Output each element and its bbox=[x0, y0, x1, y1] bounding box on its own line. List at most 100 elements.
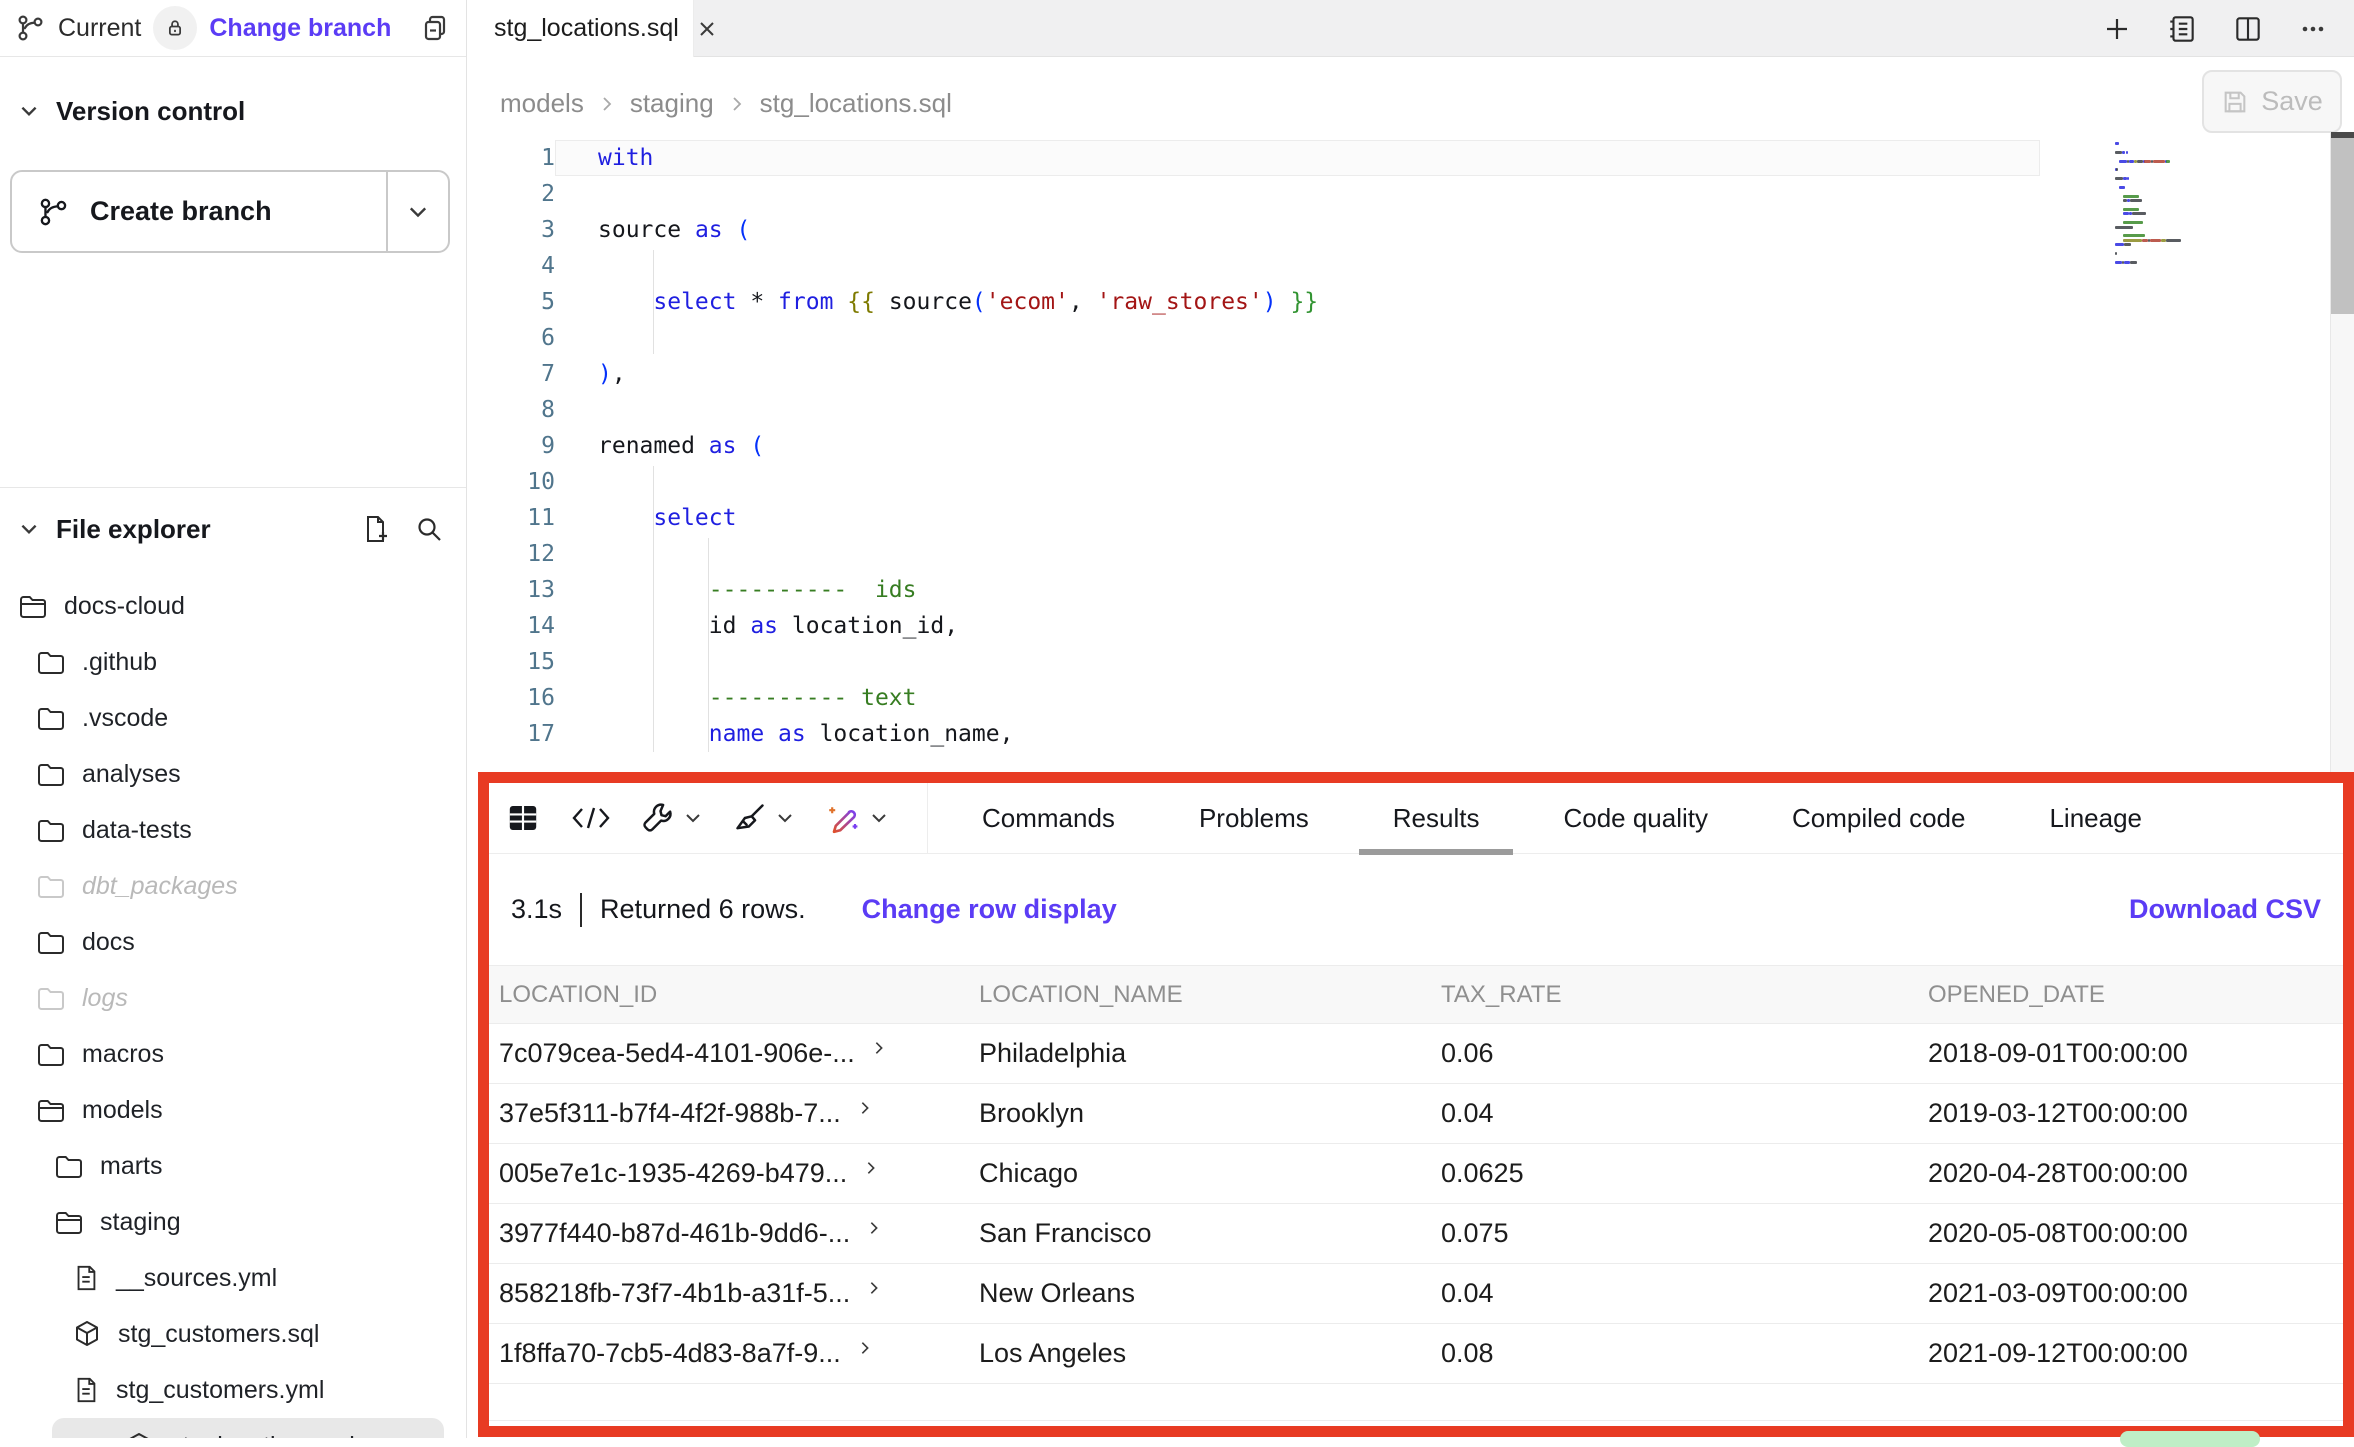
table-row[interactable]: 37e5f311-b7f4-4f2f-988b-7...Brooklyn0.04… bbox=[489, 1084, 2343, 1144]
file-item-staging[interactable]: staging bbox=[0, 1194, 466, 1250]
expand-cell-chevron-icon[interactable] bbox=[857, 1100, 873, 1116]
table-cell: Brooklyn bbox=[969, 1084, 1431, 1144]
file-item-docs[interactable]: docs bbox=[0, 914, 466, 970]
code-line-8[interactable]: 8 bbox=[468, 392, 2330, 428]
code-line-7[interactable]: 7), bbox=[468, 356, 2330, 392]
version-control-section-header[interactable]: Version control bbox=[0, 88, 466, 134]
search-icon[interactable] bbox=[410, 510, 448, 548]
file-item-analyses[interactable]: analyses bbox=[0, 746, 466, 802]
create-branch-label: Create branch bbox=[90, 196, 272, 227]
panel-tab-problems[interactable]: Problems bbox=[1157, 783, 1351, 854]
file-item--sources-yml[interactable]: __sources.yml bbox=[0, 1250, 466, 1306]
code-token: ) bbox=[598, 361, 612, 387]
file-item-stg-customers-yml[interactable]: stg_customers.yml bbox=[0, 1362, 466, 1418]
table-row[interactable]: 858218fb-73f7-4b1b-a31f-5...New Orleans0… bbox=[489, 1264, 2343, 1324]
change-row-display-link[interactable]: Change row display bbox=[862, 894, 1117, 925]
table-row[interactable]: 005e7e1c-1935-4269-b479...Chicago0.06252… bbox=[489, 1144, 2343, 1204]
expand-cell-chevron-icon[interactable] bbox=[866, 1220, 882, 1236]
chevron-down-icon[interactable] bbox=[18, 518, 40, 540]
model-icon bbox=[124, 1431, 154, 1438]
code-line-1[interactable]: 1with bbox=[468, 140, 2330, 176]
folder-icon bbox=[36, 983, 66, 1013]
file-item-macros[interactable]: macros bbox=[0, 1026, 466, 1082]
code-line-14[interactable]: 14 id as location_id, bbox=[468, 608, 2330, 644]
save-button[interactable]: Save bbox=[2202, 70, 2342, 133]
chevron-down-icon bbox=[869, 808, 889, 828]
code-token: name bbox=[709, 721, 778, 747]
code-line-10[interactable]: 10 bbox=[468, 464, 2330, 500]
table-row[interactable]: 3977f440-b87d-461b-9dd6-...San Francisco… bbox=[489, 1204, 2343, 1264]
line-content: select bbox=[555, 500, 2330, 536]
file-item--vscode[interactable]: .vscode bbox=[0, 690, 466, 746]
file-item-data-tests[interactable]: data-tests bbox=[0, 802, 466, 858]
panel-tab-commands[interactable]: Commands bbox=[940, 783, 1157, 854]
code-token: , bbox=[612, 361, 626, 387]
git-branch-icon bbox=[16, 13, 46, 43]
panel-tab-code-quality[interactable]: Code quality bbox=[1521, 783, 1750, 854]
file-item-models[interactable]: models bbox=[0, 1082, 466, 1138]
change-branch-link[interactable]: Change branch bbox=[209, 14, 391, 43]
expand-cell-chevron-icon[interactable] bbox=[871, 1040, 887, 1056]
copilot-pen-icon[interactable] bbox=[825, 800, 889, 836]
chevron-down-icon bbox=[775, 808, 795, 828]
create-branch-button[interactable]: Create branch bbox=[12, 172, 386, 251]
minimap-line bbox=[2124, 243, 2130, 246]
code-line-16[interactable]: 16 ---------- text bbox=[468, 680, 2330, 716]
code-line-4[interactable]: 4 bbox=[468, 248, 2330, 284]
tab-stg-locations-sql[interactable]: stg_locations.sql bbox=[468, 0, 694, 57]
create-branch-menu-button[interactable] bbox=[386, 172, 448, 251]
file-item-docs-cloud[interactable]: docs-cloud bbox=[0, 578, 466, 634]
panel-tab-results[interactable]: Results bbox=[1351, 783, 1522, 854]
new-tab-icon[interactable] bbox=[2102, 14, 2132, 44]
file-item-stg-locations-sql[interactable]: stg_locations.sql bbox=[52, 1418, 444, 1438]
build-wrench-icon[interactable] bbox=[641, 801, 703, 835]
file-item-stg-customers-sql[interactable]: stg_customers.sql bbox=[0, 1306, 466, 1362]
code-line-13[interactable]: 13 ---------- ids bbox=[468, 572, 2330, 608]
file-item--github[interactable]: .github bbox=[0, 634, 466, 690]
table-row[interactable]: 7c079cea-5ed4-4101-906e-...Philadelphia0… bbox=[489, 1024, 2343, 1084]
download-csv-link[interactable]: Download CSV bbox=[2129, 894, 2321, 925]
panel-tab-compiled-code[interactable]: Compiled code bbox=[1750, 783, 2007, 854]
code-line-12[interactable]: 12 bbox=[468, 536, 2330, 572]
code-line-5[interactable]: 5 select * from {{ source('ecom', 'raw_s… bbox=[468, 284, 2330, 320]
minimap-line bbox=[2123, 234, 2145, 237]
expand-cell-chevron-icon[interactable] bbox=[863, 1160, 879, 1176]
code-line-6[interactable]: 6 bbox=[468, 320, 2330, 356]
preview-table-icon[interactable] bbox=[505, 800, 541, 836]
minimap[interactable] bbox=[2115, 142, 2327, 282]
panel-tab-lineage[interactable]: Lineage bbox=[2007, 783, 2184, 854]
code-token: ) bbox=[1263, 289, 1277, 315]
file-icon bbox=[72, 1376, 100, 1404]
table-cell: 2020-04-28T00:00:00 bbox=[1918, 1144, 2343, 1204]
code-line-15[interactable]: 15 bbox=[468, 644, 2330, 680]
editor-scrollbar[interactable] bbox=[2330, 132, 2354, 772]
expand-cell-chevron-icon[interactable] bbox=[866, 1280, 882, 1296]
code-line-3[interactable]: 3source as ( bbox=[468, 212, 2330, 248]
code-line-9[interactable]: 9renamed as ( bbox=[468, 428, 2330, 464]
scrollbar-thumb[interactable] bbox=[2331, 138, 2354, 314]
code-line-2[interactable]: 2 bbox=[468, 176, 2330, 212]
duplicate-icon[interactable] bbox=[420, 13, 450, 43]
notebook-icon[interactable] bbox=[2166, 13, 2198, 45]
file-item-logs[interactable]: logs bbox=[0, 970, 466, 1026]
expand-cell-chevron-icon[interactable] bbox=[857, 1340, 873, 1356]
split-editor-icon[interactable] bbox=[2232, 13, 2264, 45]
file-item-dbt-packages[interactable]: dbt_packages bbox=[0, 858, 466, 914]
code-line-11[interactable]: 11 select bbox=[468, 500, 2330, 536]
more-options-icon[interactable] bbox=[2298, 14, 2328, 44]
code-token: , bbox=[1069, 289, 1097, 315]
new-file-button[interactable] bbox=[356, 510, 394, 548]
breadcrumb-file[interactable]: stg_locations.sql bbox=[760, 88, 952, 119]
close-icon[interactable] bbox=[697, 19, 717, 39]
table-row[interactable]: 1f8ffa70-7cb5-4d83-8a7f-9...Los Angeles0… bbox=[489, 1324, 2343, 1384]
results-status-row: 3.1s Returned 6 rows. Change row display… bbox=[489, 854, 2343, 965]
table-cell: 7c079cea-5ed4-4101-906e-... bbox=[489, 1024, 969, 1084]
line-content bbox=[555, 644, 2330, 680]
compile-code-icon[interactable] bbox=[571, 803, 611, 833]
code-line-17[interactable]: 17 name as location_name, bbox=[468, 716, 2330, 752]
format-broom-icon[interactable] bbox=[733, 801, 795, 835]
breadcrumb-staging[interactable]: staging bbox=[630, 88, 714, 119]
breadcrumb-models[interactable]: models bbox=[500, 88, 584, 119]
code-token: 'ecom' bbox=[986, 289, 1069, 315]
file-item-marts[interactable]: marts bbox=[0, 1138, 466, 1194]
